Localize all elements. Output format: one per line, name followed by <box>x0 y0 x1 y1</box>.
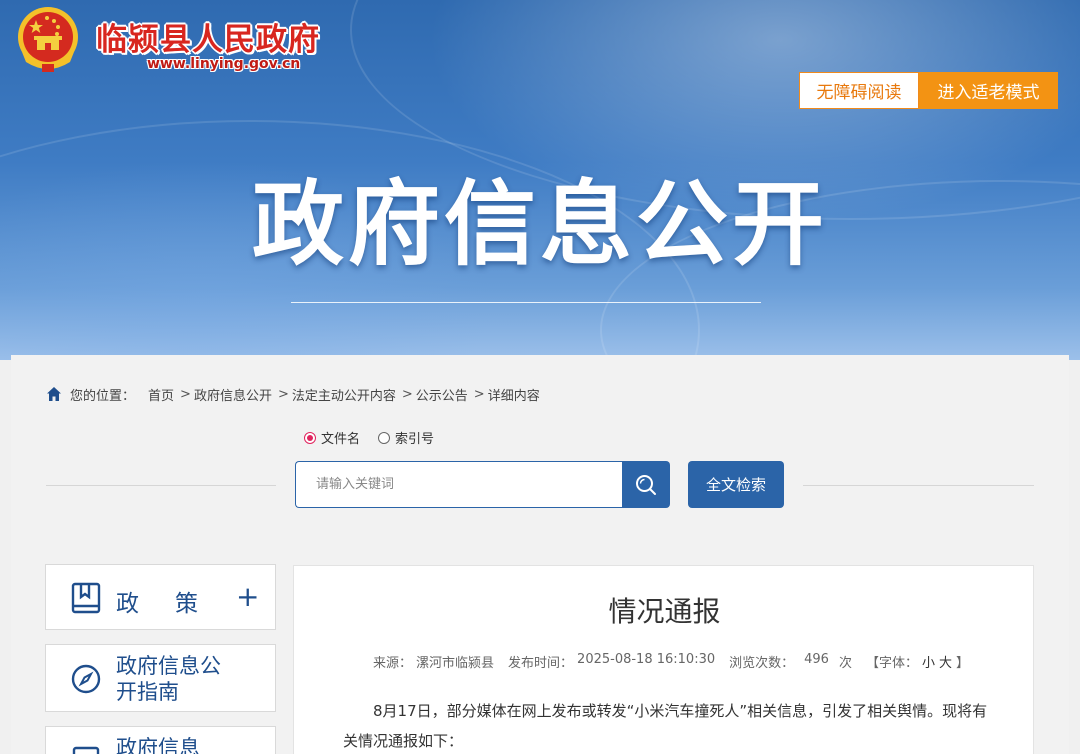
search-type-selector: 文件名 索引号 <box>304 428 452 447</box>
sidebar-item-policy-label: 政策 <box>116 591 234 617</box>
publish-time-label: 发布时间： <box>508 656 574 671</box>
document-icon <box>72 746 100 754</box>
national-emblem-icon[interactable] <box>12 4 84 78</box>
font-small-button[interactable]: 小 <box>922 652 935 671</box>
article-body: 8月17日，部分媒体在网上发布或转发“小米汽车撞死人”相关信息，引发了相关舆情。… <box>343 702 988 750</box>
elder-mode-button[interactable]: 进入适老模式 <box>919 72 1058 109</box>
home-icon <box>47 387 61 401</box>
radio-filename[interactable]: 文件名 <box>304 428 360 447</box>
sidebar-item-disclosure-guide[interactable]: 政府信息公开指南 <box>45 644 276 712</box>
fulltext-search-button[interactable]: 全文检索 <box>688 461 784 508</box>
sidebar-item-gov-info[interactable]: 政府信息 <box>45 726 276 754</box>
views-label: 浏览次数： <box>729 656 795 671</box>
breadcrumb-statutory[interactable]: 法定主动公开内容 <box>292 385 396 404</box>
breadcrumb-separator: > <box>277 386 289 402</box>
breadcrumb-separator: > <box>180 386 191 402</box>
article-meta: 来源： 漯河市临颍县 发布时间： 2025-08-18 16:10:30 浏览次… <box>373 652 973 671</box>
site-name[interactable]: 临颍县人民政府 <box>96 14 320 59</box>
article-card: 情况通报 来源： 漯河市临颍县 发布时间： 2025-08-18 16:10:3… <box>293 565 1034 754</box>
font-size-label: 【字体： <box>865 656 918 671</box>
sidebar-item-policy[interactable]: 政策 + <box>45 564 276 630</box>
breadcrumb-gov-info[interactable]: 政府信息公开 <box>194 385 272 404</box>
radio-selected-icon[interactable] <box>304 431 316 444</box>
banner-title: 政府信息公开 <box>251 171 828 278</box>
book-icon <box>71 582 101 614</box>
expand-plus-icon[interactable]: + <box>236 583 259 611</box>
font-large-button[interactable]: 大 <box>939 652 952 671</box>
search-icon <box>636 474 656 495</box>
sidebar-item-gov-info-label: 政府信息 <box>116 736 200 754</box>
accessibility-reading-button[interactable]: 无障碍阅读 <box>799 72 919 109</box>
breadcrumb-notices[interactable]: 公示公告 <box>416 385 468 404</box>
radio-filename-label: 文件名 <box>321 432 361 447</box>
radio-unselected-icon[interactable] <box>378 431 391 444</box>
breadcrumb-prefix: 您的位置： <box>70 388 136 404</box>
search-divider-left <box>46 485 276 486</box>
radio-index-number[interactable]: 索引号 <box>378 428 434 447</box>
breadcrumb-home[interactable]: 首页 <box>148 385 174 404</box>
breadcrumb: 您的位置： 首页 > 政府信息公开 > 法定主动公开内容 > 公示公告 > 详细… <box>46 384 543 404</box>
search-divider-right <box>803 485 1034 486</box>
sidebar-item-guide-label: 政府信息公开指南 <box>116 654 221 704</box>
radio-index-label: 索引号 <box>395 432 435 447</box>
compass-icon <box>71 664 101 694</box>
search-input[interactable] <box>295 461 623 508</box>
source-value: 漯河市临颍县 <box>416 656 495 671</box>
breadcrumb-separator: > <box>473 386 485 402</box>
breadcrumb-current: 详细内容 <box>487 388 540 404</box>
views-count: 496 <box>804 652 829 667</box>
search-button[interactable] <box>622 461 670 508</box>
source-label: 来源： <box>373 656 413 671</box>
breadcrumb-separator: > <box>401 386 413 402</box>
article-title: 情况通报 <box>608 595 721 628</box>
site-url[interactable]: www.linying.gov.cn <box>147 56 300 72</box>
title-divider <box>291 302 761 303</box>
views-unit: 次 <box>838 656 852 671</box>
publish-time-value: 2025-08-18 16:10:30 <box>577 652 716 667</box>
font-size-close: 】 <box>956 656 970 671</box>
